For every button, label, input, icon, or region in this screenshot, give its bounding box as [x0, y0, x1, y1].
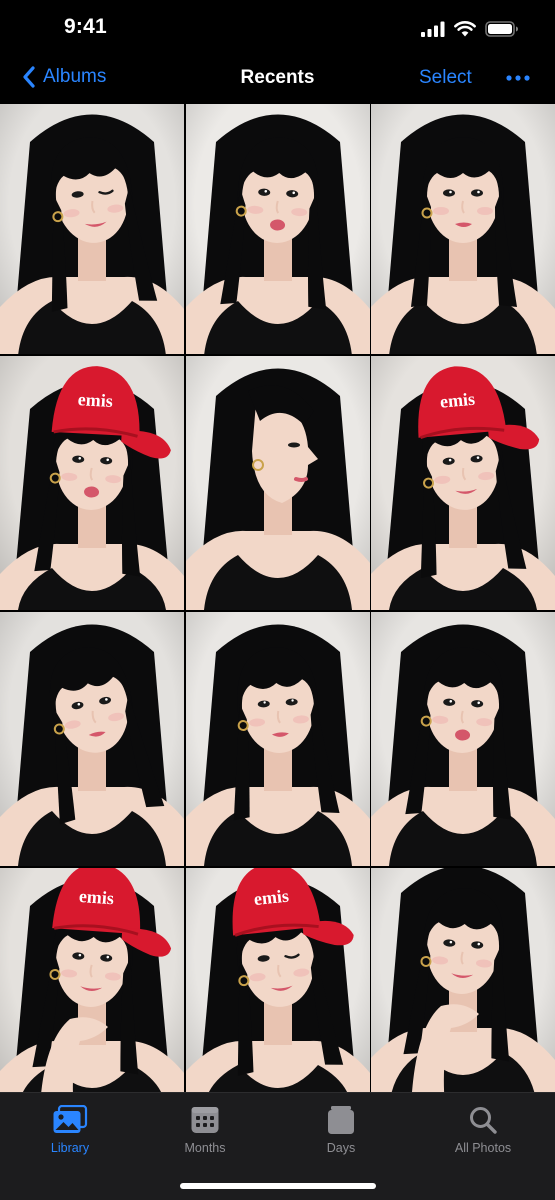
photo-thumbnail[interactable] [0, 612, 184, 866]
cap-logo-text: emis [78, 886, 114, 908]
photo-image [371, 868, 555, 1092]
calendar-icon [191, 1107, 219, 1133]
cellular-signal-icon [421, 21, 445, 37]
cap-logo-text: emis [252, 886, 289, 910]
photo-thumbnail[interactable] [371, 868, 555, 1092]
tab-label-months: Months [184, 1141, 226, 1155]
photo-image [185, 612, 370, 866]
tab-label-days: Days [326, 1141, 356, 1155]
photo-image [0, 612, 184, 866]
photo-image: emis [0, 356, 184, 610]
photo-library-icon [53, 1105, 88, 1133]
battery-icon [485, 21, 518, 37]
photo-thumbnail[interactable] [371, 104, 555, 354]
photo-thumbnail[interactable]: emis [185, 868, 370, 1092]
photo-grid: emis emis emis emis [0, 104, 555, 1092]
tab-days[interactable]: Days [281, 1105, 401, 1155]
tab-all-photos[interactable]: All Photos [423, 1105, 543, 1155]
photo-thumbnail[interactable] [371, 612, 555, 866]
photo-image [185, 356, 370, 610]
more-options-icon[interactable] [503, 68, 533, 88]
photo-thumbnail[interactable] [185, 612, 370, 866]
photo-thumbnail[interactable] [0, 104, 184, 354]
photo-image: emis [185, 868, 370, 1092]
photo-thumbnail[interactable]: emis [0, 356, 184, 610]
search-icon [470, 1107, 497, 1134]
tab-label-all-photos: All Photos [454, 1141, 512, 1155]
photo-thumbnail[interactable] [185, 104, 370, 354]
tab-library[interactable]: Library [10, 1105, 130, 1155]
photo-thumbnail[interactable]: emis [0, 868, 184, 1092]
photo-image [185, 104, 370, 354]
status-icons [421, 19, 519, 39]
home-indicator [180, 1183, 376, 1189]
photo-image [0, 104, 184, 354]
photo-image [371, 612, 555, 866]
nav-bar: Albums Recents Select [0, 56, 555, 104]
photo-image: emis [371, 356, 555, 610]
cap-logo-text: emis [77, 389, 113, 411]
photo-thumbnail[interactable]: emis [371, 356, 555, 610]
tab-months[interactable]: Months [145, 1105, 265, 1155]
photo-image [371, 104, 555, 354]
cap-logo-text: emis [439, 389, 476, 412]
stacked-cards-icon [328, 1106, 354, 1134]
wifi-icon [454, 21, 476, 37]
photo-thumbnail[interactable] [185, 356, 370, 610]
photo-image: emis [0, 868, 184, 1092]
select-button[interactable]: Select [419, 67, 472, 89]
status-bar: 9:41 [0, 0, 555, 56]
status-time: 9:41 [64, 15, 107, 38]
tab-label-library: Library [50, 1141, 90, 1155]
